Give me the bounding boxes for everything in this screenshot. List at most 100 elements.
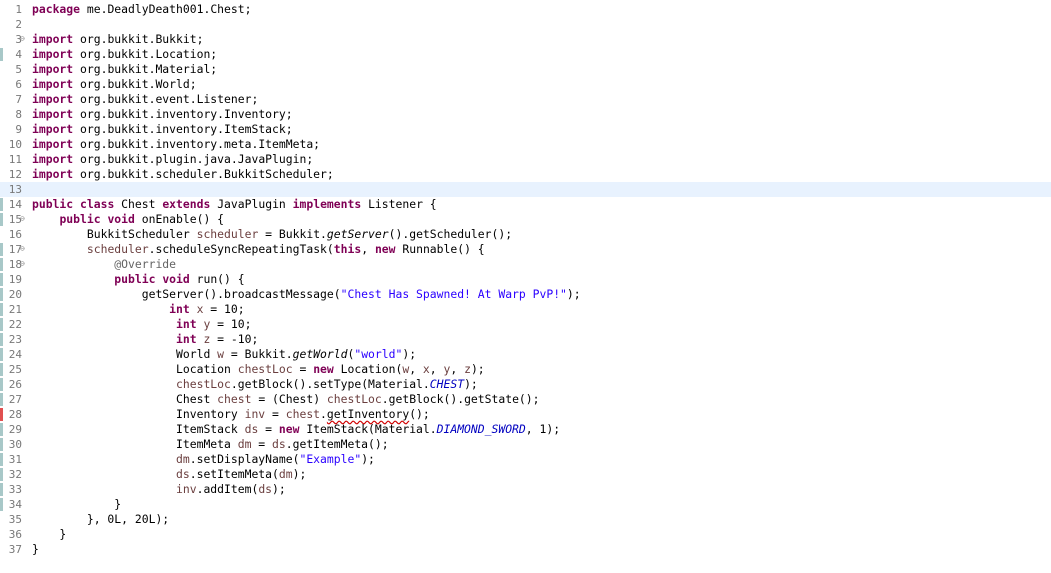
line-number: 7 [15, 93, 22, 106]
code-editor[interactable]: 1 package me.DeadlyDeath001.Chest; 2 3 ⊖ impo… [0, 0, 1051, 573]
line-code: import org.bukkit.World; [32, 77, 197, 91]
code-line[interactable]: 1 package me.DeadlyDeath001.Chest; [0, 2, 1051, 17]
line-number: 27 [8, 393, 22, 406]
line-number: 1 [15, 3, 22, 16]
code-line[interactable]: 30 ItemMeta dm = ds.getItemMeta(); [0, 437, 1051, 452]
code-line[interactable]: 24 World w = Bukkit.getWorld("world"); [0, 347, 1051, 362]
line-code: public class Chest extends JavaPlugin im… [32, 197, 437, 211]
line-number: 36 [8, 528, 22, 541]
line-number: 6 [15, 78, 22, 91]
code-line[interactable]: 34 } [0, 497, 1051, 512]
line-number: 33 [8, 483, 22, 496]
line-code: } [32, 497, 122, 511]
line-number: 30 [8, 438, 22, 451]
code-line[interactable]: 10 import org.bukkit.inventory.meta.ItemM… [0, 137, 1051, 152]
line-number: 2 [15, 18, 22, 31]
line-code: ItemMeta dm = ds.getItemMeta(); [32, 437, 389, 451]
code-line[interactable]: 19 public void run() { [0, 272, 1051, 287]
line-code: BukkitScheduler scheduler = Bukkit.getSe… [32, 227, 513, 241]
line-code: package me.DeadlyDeath001.Chest; [32, 2, 252, 16]
line-code: int x = 10; [169, 302, 245, 316]
code-line[interactable]: 18 ⊖ @Override [0, 257, 1051, 272]
line-number: 5 [15, 63, 22, 76]
line-number: 13 [8, 183, 22, 196]
line-number: 34 [8, 498, 22, 511]
code-line[interactable]: 33 inv.addItem(ds); [0, 482, 1051, 497]
code-line[interactable]: 5 import org.bukkit.Material; [0, 62, 1051, 77]
line-number: 22 [8, 318, 22, 331]
code-line[interactable]: 36 } [0, 527, 1051, 542]
line-number: 26 [8, 378, 22, 391]
code-line[interactable]: 15 ⊖ public void onEnable() { [0, 212, 1051, 227]
code-line[interactable]: 7 import org.bukkit.event.Listener; [0, 92, 1051, 107]
line-number: 23 [8, 333, 22, 346]
code-line[interactable]: 28 Inventory inv = chest.getInventory(); [0, 407, 1051, 422]
line-number: 37 [8, 543, 22, 556]
line-number: 28 [8, 408, 22, 421]
line-code: import org.bukkit.Material; [32, 62, 218, 76]
line-code: dm.setDisplayName("Example"); [176, 452, 375, 466]
line-code: public void run() { [114, 272, 245, 286]
line-number: 9 [15, 123, 22, 136]
code-line[interactable]: 14 public class Chest extends JavaPlugin … [0, 197, 1051, 212]
line-number: 29 [8, 423, 22, 436]
fold-toggle-icon[interactable]: ⊖ [20, 245, 28, 253]
code-line[interactable]: 4 import org.bukkit.Location; [0, 47, 1051, 62]
line-code: scheduler.scheduleSyncRepeatingTask(this… [86, 242, 485, 256]
code-line[interactable]: 11 import org.bukkit.plugin.java.JavaPlug… [0, 152, 1051, 167]
line-code: Location chestLoc = new Location(w, x, y… [32, 362, 485, 376]
line-code: import org.bukkit.event.Listener; [32, 92, 259, 106]
code-line[interactable]: 20 getServer().broadcastMessage("Chest H… [0, 287, 1051, 302]
line-code: import org.bukkit.inventory.Inventory; [32, 107, 293, 121]
code-line[interactable]: 32 ds.setItemMeta(dm); [0, 467, 1051, 482]
line-code: int z = -10; [176, 332, 259, 346]
line-number: 4 [15, 48, 22, 61]
line-code: public void onEnable() { [59, 212, 225, 226]
line-number: 16 [8, 228, 22, 241]
line-number: 17 [8, 243, 22, 256]
line-number: 18 [8, 258, 22, 271]
code-line[interactable]: 26 chestLoc.getBlock().setType(Material.… [0, 377, 1051, 392]
line-number: 31 [8, 453, 22, 466]
code-line[interactable]: 35 }, 0L, 20L); [0, 512, 1051, 527]
line-code: } [32, 527, 67, 541]
code-line[interactable]: 12 import org.bukkit.scheduler.BukkitSche… [0, 167, 1051, 182]
line-number: 3 [15, 33, 22, 46]
line-code: import org.bukkit.inventory.ItemStack; [32, 122, 293, 136]
line-number: 11 [8, 153, 22, 166]
code-line[interactable]: 13 [0, 182, 1051, 197]
fold-toggle-icon[interactable]: ⊖ [20, 260, 28, 268]
code-line[interactable]: 2 [0, 17, 1051, 32]
code-line[interactable]: 37} [0, 542, 1051, 557]
line-code: import org.bukkit.scheduler.BukkitSchedu… [32, 167, 334, 181]
line-number: 8 [15, 108, 22, 121]
code-line[interactable]: 9 import org.bukkit.inventory.ItemStack; [0, 122, 1051, 137]
line-number: 14 [8, 198, 22, 211]
code-line[interactable]: 17 ⊖ scheduler.scheduleSyncRepeatingTask(… [0, 242, 1051, 257]
code-line[interactable]: 8 import org.bukkit.inventory.Inventory; [0, 107, 1051, 122]
code-line[interactable]: 29 ItemStack ds = new ItemStack(Material… [0, 422, 1051, 437]
code-line[interactable]: 6 import org.bukkit.World; [0, 77, 1051, 92]
code-line[interactable]: 23 int z = -10; [0, 332, 1051, 347]
line-code: getServer().broadcastMessage("Chest Has … [32, 287, 581, 301]
code-line[interactable]: 25 Location chestLoc = new Location(w, x… [0, 362, 1051, 377]
line-number: 24 [8, 348, 22, 361]
code-line[interactable]: 22 int y = 10; [0, 317, 1051, 332]
line-number: 32 [8, 468, 22, 481]
fold-toggle-icon[interactable]: ⊖ [20, 215, 28, 223]
line-number: 21 [8, 303, 22, 316]
code-line[interactable]: 3 ⊖ import org.bukkit.Bukkit; [0, 32, 1051, 47]
line-code: import org.bukkit.Bukkit; [32, 32, 204, 46]
code-line[interactable]: 31 dm.setDisplayName("Example"); [0, 452, 1051, 467]
code-line[interactable]: 27 Chest chest = (Chest) chestLoc.getBlo… [0, 392, 1051, 407]
line-code: } [32, 542, 39, 556]
line-code: ds.setItemMeta(dm); [176, 467, 307, 481]
fold-toggle-icon[interactable]: ⊖ [20, 35, 28, 43]
code-line[interactable]: 21 int x = 10; [0, 302, 1051, 317]
line-code: }, 0L, 20L); [32, 512, 170, 526]
code-line[interactable]: 16 BukkitScheduler scheduler = Bukkit.ge… [0, 227, 1051, 242]
line-code: import org.bukkit.plugin.java.JavaPlugin… [32, 152, 314, 166]
line-code: Chest chest = (Chest) chestLoc.getBlock(… [32, 392, 540, 406]
line-code: import org.bukkit.Location; [32, 47, 218, 61]
line-code: inv.addItem(ds); [176, 482, 286, 496]
